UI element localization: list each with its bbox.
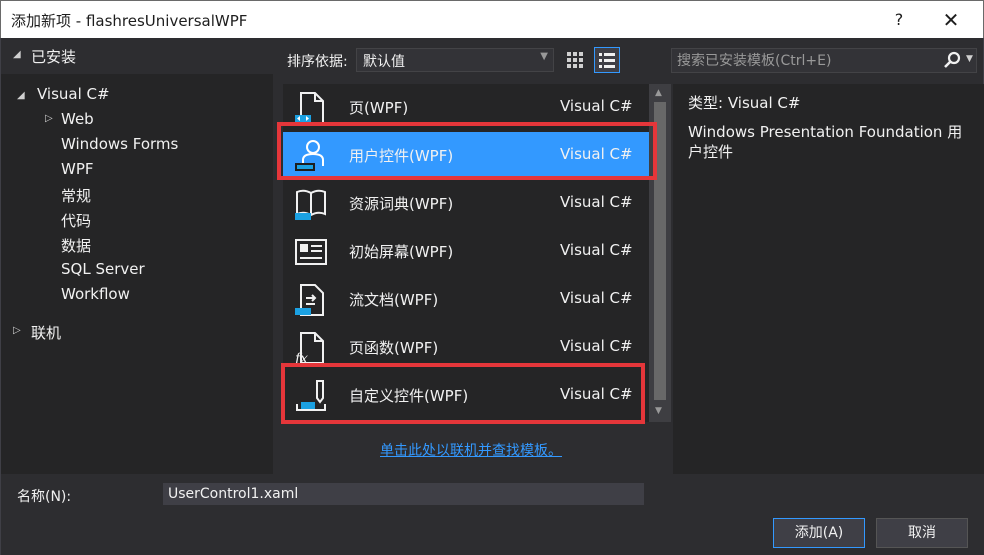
search-input[interactable] [672, 49, 936, 72]
template-row[interactable]: 初始屏幕(WPF) Visual C# [283, 228, 649, 276]
grid-view-icon[interactable] [563, 48, 587, 72]
highlight-box-custom-control [281, 363, 645, 424]
tree-item-windows-forms[interactable]: Windows Forms [61, 135, 178, 153]
help-button[interactable]: ? [879, 5, 919, 35]
tree-item-general[interactable]: 常规 [61, 185, 91, 206]
expand-online-icon[interactable]: ▷ [13, 325, 21, 336]
tree-item-visual-csharp[interactable]: Visual C# [37, 85, 110, 103]
template-row[interactable]: 流文档(WPF) Visual C# [283, 276, 649, 324]
installed-header[interactable]: ◢ 已安装 [1, 38, 273, 74]
scroll-up-icon[interactable]: ▲ [655, 88, 662, 98]
page-icon [293, 90, 329, 126]
tree-item-wpf[interactable]: WPF [61, 160, 94, 178]
tree-item-code[interactable]: 代码 [61, 210, 91, 231]
splash-screen-icon [293, 234, 329, 270]
search-icon[interactable] [942, 51, 962, 71]
tree-item-online[interactable]: 联机 [31, 322, 61, 343]
template-description: Windows Presentation Foundation 用户控件 [688, 123, 963, 161]
page-function-icon: fx [293, 330, 329, 367]
category-tree: ◢ Visual C# ▷ Web Windows Forms WPF 常规 代… [1, 74, 273, 474]
template-language: Visual C# [560, 97, 633, 115]
tree-item-data[interactable]: 数据 [61, 235, 91, 256]
title-bar: 添加新项 - flashresUniversalWPF ? ✕ [0, 0, 984, 38]
sort-label: 排序依据: [287, 54, 348, 70]
type-label: 类型: [688, 94, 724, 112]
scroll-down-icon[interactable]: ▼ [655, 406, 662, 416]
details-panel: 类型: Visual C# Windows Presentation Found… [673, 84, 984, 474]
close-button[interactable]: ✕ [931, 5, 971, 35]
tree-item-sql-server[interactable]: SQL Server [61, 260, 145, 278]
list-view-icon[interactable] [594, 47, 620, 73]
template-name: 资源词典(WPF) [349, 195, 454, 213]
dialog-body: ◢ 已安装 ◢ Visual C# ▷ Web Windows Forms WP… [0, 38, 984, 555]
template-language: Visual C# [560, 193, 633, 211]
name-input[interactable] [163, 483, 644, 505]
collapse-triangle-icon[interactable]: ◢ [13, 49, 21, 60]
template-language: Visual C# [560, 289, 633, 307]
template-name: 页函数(WPF) [349, 339, 439, 357]
online-templates-link[interactable]: 单击此处以联机并查找模板。 [380, 440, 562, 460]
expand-web-icon[interactable]: ▷ [45, 113, 53, 124]
highlight-box-user-control [277, 122, 657, 180]
installed-label: 已安装 [31, 48, 77, 66]
type-line: 类型: Visual C# [688, 92, 800, 113]
cancel-button[interactable]: 取消 [876, 518, 968, 548]
tree-item-web[interactable]: Web [61, 110, 94, 128]
window-title: 添加新项 - flashresUniversalWPF [11, 12, 248, 30]
sort-select[interactable]: 默认值 ▼ [356, 48, 554, 72]
template-name: 初始屏幕(WPF) [349, 243, 454, 261]
add-button[interactable]: 添加(A) [773, 518, 865, 548]
expand-visual-csharp-icon[interactable]: ◢ [17, 90, 25, 101]
name-label: 名称(N): [17, 489, 72, 505]
type-value: Visual C# [727, 94, 801, 112]
flow-document-icon [293, 282, 329, 318]
tree-item-workflow[interactable]: Workflow [61, 285, 130, 303]
sort-value: 默认值 [363, 54, 405, 70]
search-box[interactable]: ▼ [671, 48, 977, 73]
template-language: Visual C# [560, 241, 633, 259]
resource-dictionary-icon [293, 186, 329, 222]
template-row[interactable]: 资源词典(WPF) Visual C# [283, 180, 649, 228]
bottom-bar: 名称(N): 添加(A) 取消 [1, 474, 984, 555]
template-name: 页(WPF) [349, 99, 409, 117]
template-name: 流文档(WPF) [349, 291, 439, 309]
template-language: Visual C# [560, 337, 633, 355]
dropdown-arrow-icon: ▼ [540, 51, 548, 62]
search-options-icon[interactable]: ▼ [966, 54, 973, 64]
